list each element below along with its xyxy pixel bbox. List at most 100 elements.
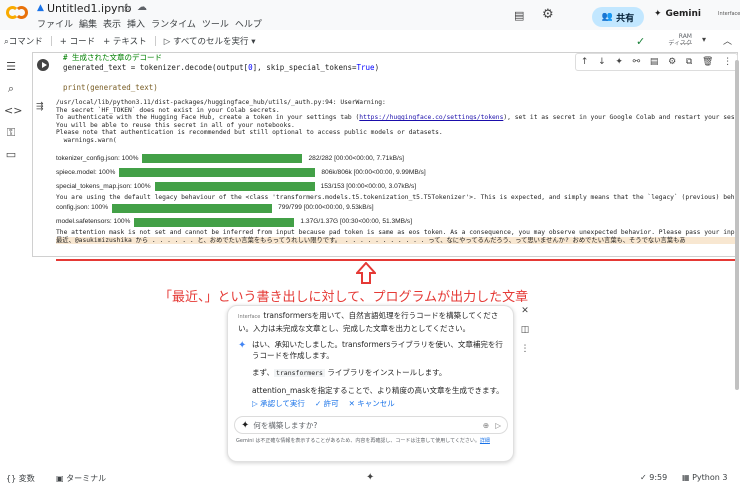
progress-bar [112,203,273,213]
download-progress: spiece.model: 100% 806k/806k [00:00<00:00… [56,166,738,180]
add-text-button[interactable]: + テキスト [103,35,147,47]
download-progress: tokenizer_config.json: 100% 282/282 [00:0… [56,152,738,166]
settings-icon[interactable]: ⚙ [668,57,676,67]
reply-paragraph: attention_maskを指定することで、より精度の高い文章を生成できます。 [252,386,504,395]
cell-toolbar: ↑ ↓ ✦ ⚯ ▤ ⚙ ⧉ 🗑 ⋮ [575,53,738,71]
connected-check-icon: ✓ [636,35,646,48]
cell-output: /usr/local/lib/python3.11/dist-packages/… [56,99,738,254]
comment-icon[interactable]: ▤ [514,9,524,22]
user-tag: Interface [238,314,261,320]
run-cell-button[interactable] [37,59,49,71]
more-icon[interactable]: ⋮ [723,57,732,67]
menu-edit[interactable]: 編集 [79,17,97,30]
delete-icon[interactable]: 🗑 [702,57,713,67]
code-comment: # 生成された文章のデコード [63,53,163,62]
more-icon[interactable]: ⋮ [521,344,530,354]
run-all-button[interactable]: ▷ すべてのセルを実行 ▾ [164,35,256,47]
download-progress: special_tokens_map.json: 100% 153/153 [00… [56,180,738,194]
notebook-title[interactable]: Untitled1.ipynb [47,2,132,15]
progress-bar [154,182,315,191]
menu-runtime[interactable]: ランタイム [151,17,196,30]
move-down-icon[interactable]: ↓ [598,57,606,67]
download-progress: model.safetensors: 100% 1.37G/1.37G [00:3… [56,215,738,229]
approve-run-button[interactable]: ▷ 承認して実行 [252,398,305,409]
command-palette-button[interactable]: ⌕コマンド [4,35,43,47]
allow-button[interactable]: ✓ 許可 [315,398,339,409]
chevron-up-icon[interactable]: ︿ [723,34,732,47]
colab-logo[interactable] [6,6,28,20]
close-icon[interactable]: ✕ [521,306,529,316]
disclaimer: Gemini は不正確な情報を表示することがあるため、内容を再確認し、コードは注… [236,438,490,444]
title-bar: ▲ Untitled1.ipynb ☆ ☁ ファイル 編集 表示 挿入 ランタイ… [0,0,740,30]
menu-tools[interactable]: ツール [202,17,229,30]
progress-name: special_tokens_map.json: 100% [56,182,151,190]
add-code-button[interactable]: + コード [60,35,95,47]
divider [50,36,52,46]
progress-name: model.safetensors: 100% [56,218,131,226]
learn-more-link[interactable]: 詳細 [480,438,490,444]
output-line: /usr/local/lib/python3.11/dist-packages/… [56,99,386,106]
expand-icon[interactable]: ◫ [521,325,530,335]
gear-icon[interactable]: ⚙ [542,7,554,22]
menu-view[interactable]: 表示 [103,17,121,30]
commands-label: コマンド [8,37,43,47]
reply-paragraph: まず、 transformers ライブラリをインストールします。 [252,368,447,377]
gemini-button[interactable]: ✦ Gemini [654,9,701,19]
send-icon[interactable]: ▷ [495,421,501,430]
progress-info: 806k/806k [00:00<00:00, 9.99MB/s] [321,168,426,176]
terminal-button[interactable]: ▣ ターミナル [56,473,106,484]
move-up-icon[interactable]: ↑ [581,57,589,67]
chevron-down-icon[interactable]: ▾ [702,35,706,44]
drive-icon: ▲ [37,3,44,13]
code-cell[interactable]: # 生成された文章のデコード generated_text = tokenize… [32,52,738,257]
run-all-label: すべてのセルを実行 [172,37,249,47]
key-icon[interactable]: ⚿ [4,126,18,140]
gemini-prompt-input[interactable]: ✦ 何を構築しますか? ⊕ ▷ [234,416,508,434]
code-snippets-icon[interactable]: <> [4,104,22,117]
add-icon[interactable]: ⊕ [483,421,489,430]
menu-help[interactable]: ヘルプ [235,17,262,30]
progress-info: 282/282 [00:00<00:00, 7.71kB/s] [308,154,404,162]
gemini-icon[interactable]: ✦ [615,57,623,67]
variables-button[interactable]: {} 変数 [6,473,35,484]
progress-bar [119,168,316,177]
code-line: generated_text = tokenizer.decode(output… [63,63,380,72]
people-icon: 👥 [601,12,614,22]
hf-token-link[interactable]: https://huggingface.co/settings/tokens [359,114,503,121]
share-button[interactable]: 👥 共有 [592,7,644,27]
cancel-button[interactable]: ✕ キャンセル [349,398,395,409]
progress-name: tokenizer_config.json: 100% [56,154,139,162]
progress-info: 153/153 [00:00<00:00, 3.07kB/s] [320,182,417,190]
execution-time: ✓ 9:59 [640,473,668,482]
annotation-caption: 「最近、」という書き出しに対して、プログラムが出力した文章 [159,290,529,305]
toc-icon[interactable]: ☰ [4,60,18,73]
output-line: warnings.warn( [56,136,117,144]
gemini-icon[interactable]: ✦ [366,472,374,483]
avatar[interactable]: Interface [718,11,740,21]
progress-name: spiece.model: 100% [56,168,116,176]
status-bar: {} 変数 ▣ ターミナル ✦ ✓ 9:59 ▦ Python 3 [0,470,740,488]
folder-icon[interactable]: ▭ [4,148,18,161]
scrollbar[interactable] [735,60,739,390]
comment-icon[interactable]: ▤ [650,57,659,67]
output-menu-icon[interactable]: ⇶ [36,102,44,112]
star-icon[interactable]: ☆ [122,1,132,14]
progress-info: 799/799 [00:00<00:00, 9.53kB/s] [278,204,374,212]
runtime-type[interactable]: ▦ Python 3 [682,473,727,482]
progress-bar [142,154,303,163]
highlight-underline [56,259,738,261]
left-rail: ☰ ⌕ <> ⚿ ▭ [0,52,22,462]
gemini-label: Gemini [665,9,701,19]
menu-insert[interactable]: 挿入 [127,17,145,30]
user-message-text: transformersを用いて、自然言語処理を行うコードを構築してください。入… [238,311,499,333]
up-arrow-icon [356,262,376,284]
mirror-icon[interactable]: ⧉ [686,57,692,67]
link-icon[interactable]: ⚯ [633,57,641,67]
search-icon[interactable]: ⌕ [4,82,18,96]
divider [154,36,156,46]
terminal-label: ターミナル [66,474,107,483]
code-line: print(generated_text) [63,83,158,92]
menu-file[interactable]: ファイル [37,17,73,30]
progress-info: 1.37G/1.37G [00:30<00:00, 51.3MB/s] [300,218,413,226]
code-editor[interactable]: # 生成された文章のデコード generated_text = tokenize… [63,53,379,93]
